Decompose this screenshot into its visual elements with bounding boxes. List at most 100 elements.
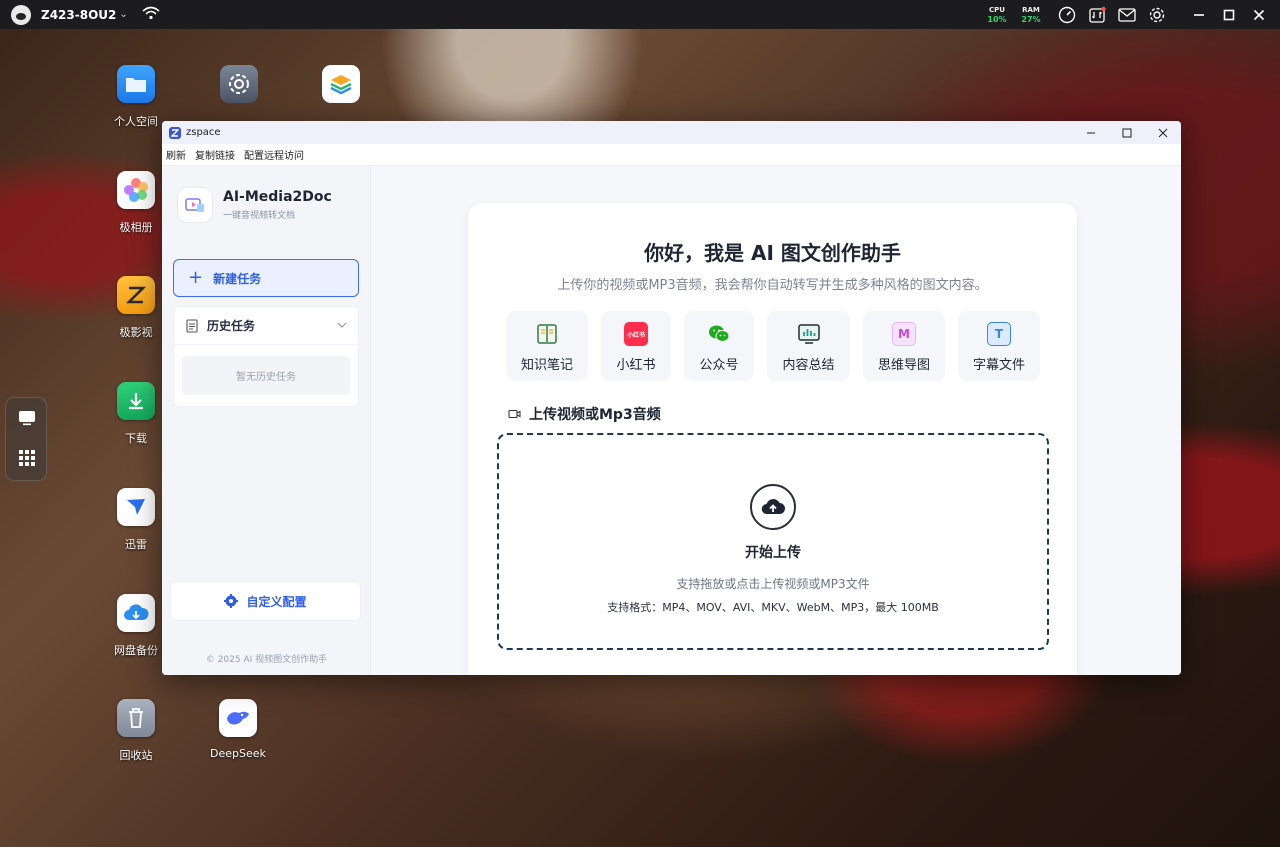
ram-label: RAM [1022,5,1040,14]
feature-label: 公众号 [699,358,739,373]
desktop-icon-cloud-backup[interactable]: 网盘备份 [101,594,171,658]
notebook-icon [535,322,559,346]
mail-icon[interactable] [1112,0,1142,29]
minimize-icon[interactable] [1184,0,1214,29]
copyright-footer: © 2025 AI 视频图文创作助手 [205,655,328,665]
main-area: 你好，我是 AI 图文创作助手 上传你的视频或MP3音频，我会帮你自动转写并生成… [371,166,1181,675]
greeting-subtitle: 上传你的视频或MP3音频，我会帮你自动转写并生成多种风格的图文内容。 [557,278,988,293]
brand: AI-Media2Doc 一键音视频转文档 [162,166,370,223]
video-icon [117,276,155,314]
left-dock [5,397,47,481]
desktop-icon-download[interactable]: 下载 [101,382,171,446]
device-name[interactable]: Z423-8OU2 [41,8,116,22]
desktop-icon-thunder[interactable]: 迅雷 [101,488,171,552]
desktop-icon-label: 极影视 [119,326,153,339]
brand-title: AI-Media2Doc [223,189,332,205]
desktop-icon-personal-space[interactable]: 个人空间 [101,65,171,129]
menu-remote-access[interactable]: 配置远程访问 [244,147,304,162]
zspace-app-icon [169,126,181,139]
feature-wechat-official[interactable]: 公众号 [684,311,754,381]
wechat-icon [707,322,731,346]
sidebar: AI-Media2Doc 一键音视频转文档 + 新建任务 历史任务 暂无历史任务… [162,166,371,675]
desktop-icon-label: 下载 [125,432,147,445]
cpu-label: CPU [989,5,1005,14]
start-upload-label: 开始上传 [745,545,801,561]
cpu-value: 10% [987,14,1007,24]
layers-app-icon[interactable] [322,65,360,103]
menu-copy-link[interactable]: 复制链接 [195,147,235,162]
menu-refresh[interactable]: 刷新 [166,147,186,162]
speedometer-icon[interactable] [1052,0,1082,29]
window-close-button[interactable] [1145,121,1181,144]
desktop-view-icon[interactable] [6,398,48,438]
trash-icon [117,699,155,737]
plus-icon: + [188,267,204,288]
feature-label: 思维导图 [877,358,930,373]
close-icon[interactable] [1244,0,1274,29]
desktop-icon-deepseek[interactable]: DeepSeek [203,699,273,760]
wifi-icon[interactable] [142,5,160,24]
supported-formats: 支持格式：MP4、MOV、AVI、MKV、WebM、MP3，最大 100MB [607,601,939,614]
gear-icon[interactable] [1142,0,1172,29]
xiaohongshu-icon: 小红书 [624,322,648,346]
chart-summary-icon [797,322,821,346]
main-card: 你好，我是 AI 图文创作助手 上传你的视频或MP3音频，我会帮你自动转写并生成… [468,203,1077,675]
window-maximize-button[interactable] [1109,121,1145,144]
brand-subtitle: 一键音视频转文档 [223,211,296,221]
app-content: AI-Media2Doc 一键音视频转文档 + 新建任务 历史任务 暂无历史任务… [162,166,1181,675]
desktop-icon-video[interactable]: 极影视 [101,276,171,340]
desktop-icon-trash[interactable]: 回收站 [101,699,171,763]
feature-xiaohongshu[interactable]: 小红书 小红书 [601,311,671,381]
greeting-title: 你好，我是 AI 图文创作助手 [644,241,901,265]
feature-mind-map[interactable]: M 思维导图 [863,311,945,381]
feature-knowledge-notes[interactable]: 知识笔记 [506,311,588,381]
video-camera-icon [508,409,521,419]
feature-label: 内容总结 [782,358,835,373]
desktop-icon-label: 网盘备份 [114,644,158,657]
chevron-down-icon [336,319,348,334]
cpu-meter: CPU 10% [982,5,1012,25]
config-gear-icon [224,594,239,608]
mindmap-icon-text: M [898,327,910,341]
feature-subtitle-file[interactable]: T 字幕文件 [958,311,1040,381]
settings-app-icon[interactable] [220,65,258,103]
upload-title-label: 上传视频或Mp3音频 [529,407,661,423]
device-logo-icon[interactable] [11,4,31,25]
folder-icon [117,65,155,103]
feature-label: 小红书 [616,358,656,373]
desktop-icon-photos[interactable]: 极相册 [101,171,171,235]
custom-config-button[interactable]: 自定义配置 [170,581,361,621]
desktop-icon-label: 个人空间 [114,115,158,128]
window-minimize-button[interactable] [1073,121,1109,144]
chevron-down-icon[interactable]: ⌄ [119,9,127,20]
history-toggle[interactable]: 历史任务 [174,307,358,345]
new-task-button[interactable]: + 新建任务 [173,259,359,297]
photos-icon [117,171,155,209]
history-label: 历史任务 [207,319,256,333]
feature-list: 知识笔记 小红书 小红书 公众号 内容总结 M 思维导图 T 字幕文件 [506,311,1040,381]
deepseek-icon [219,699,257,737]
cloud-backup-icon [117,594,155,632]
app-grid-icon[interactable] [6,438,48,478]
maximize-icon[interactable] [1214,0,1244,29]
history-panel: 历史任务 暂无历史任务 [173,306,359,407]
mindmap-icon: M [892,322,916,346]
thunder-icon [117,488,155,526]
system-topbar: Z423-8OU2 ⌄ CPU 10% RAM 27% [0,0,1280,29]
window-title: zspace [186,127,221,138]
desktop-icon-label: 极相册 [119,221,153,234]
new-task-label: 新建任务 [213,271,262,286]
upload-dropzone[interactable]: 开始上传 支持拖放或点击上传视频或MP3文件 支持格式：MP4、MOV、AVI、… [497,433,1049,650]
feature-label: 知识笔记 [520,358,573,373]
app-window: zspace 刷新 复制链接 配置远程访问 AI-Media2Doc 一键音视频… [162,121,1181,675]
feature-content-summary[interactable]: 内容总结 [767,311,850,381]
window-titlebar[interactable]: zspace [162,121,1181,144]
xiaohongshu-icon-text: 小红书 [626,331,645,339]
ram-meter: RAM 27% [1016,5,1046,25]
document-icon [186,318,198,333]
cloud-upload-icon [750,484,796,530]
history-empty-state: 暂无历史任务 [182,356,350,395]
transfer-icon[interactable] [1082,0,1112,29]
desktop-icon-label: 回收站 [119,749,153,762]
subtitle-icon: T [987,322,1011,346]
